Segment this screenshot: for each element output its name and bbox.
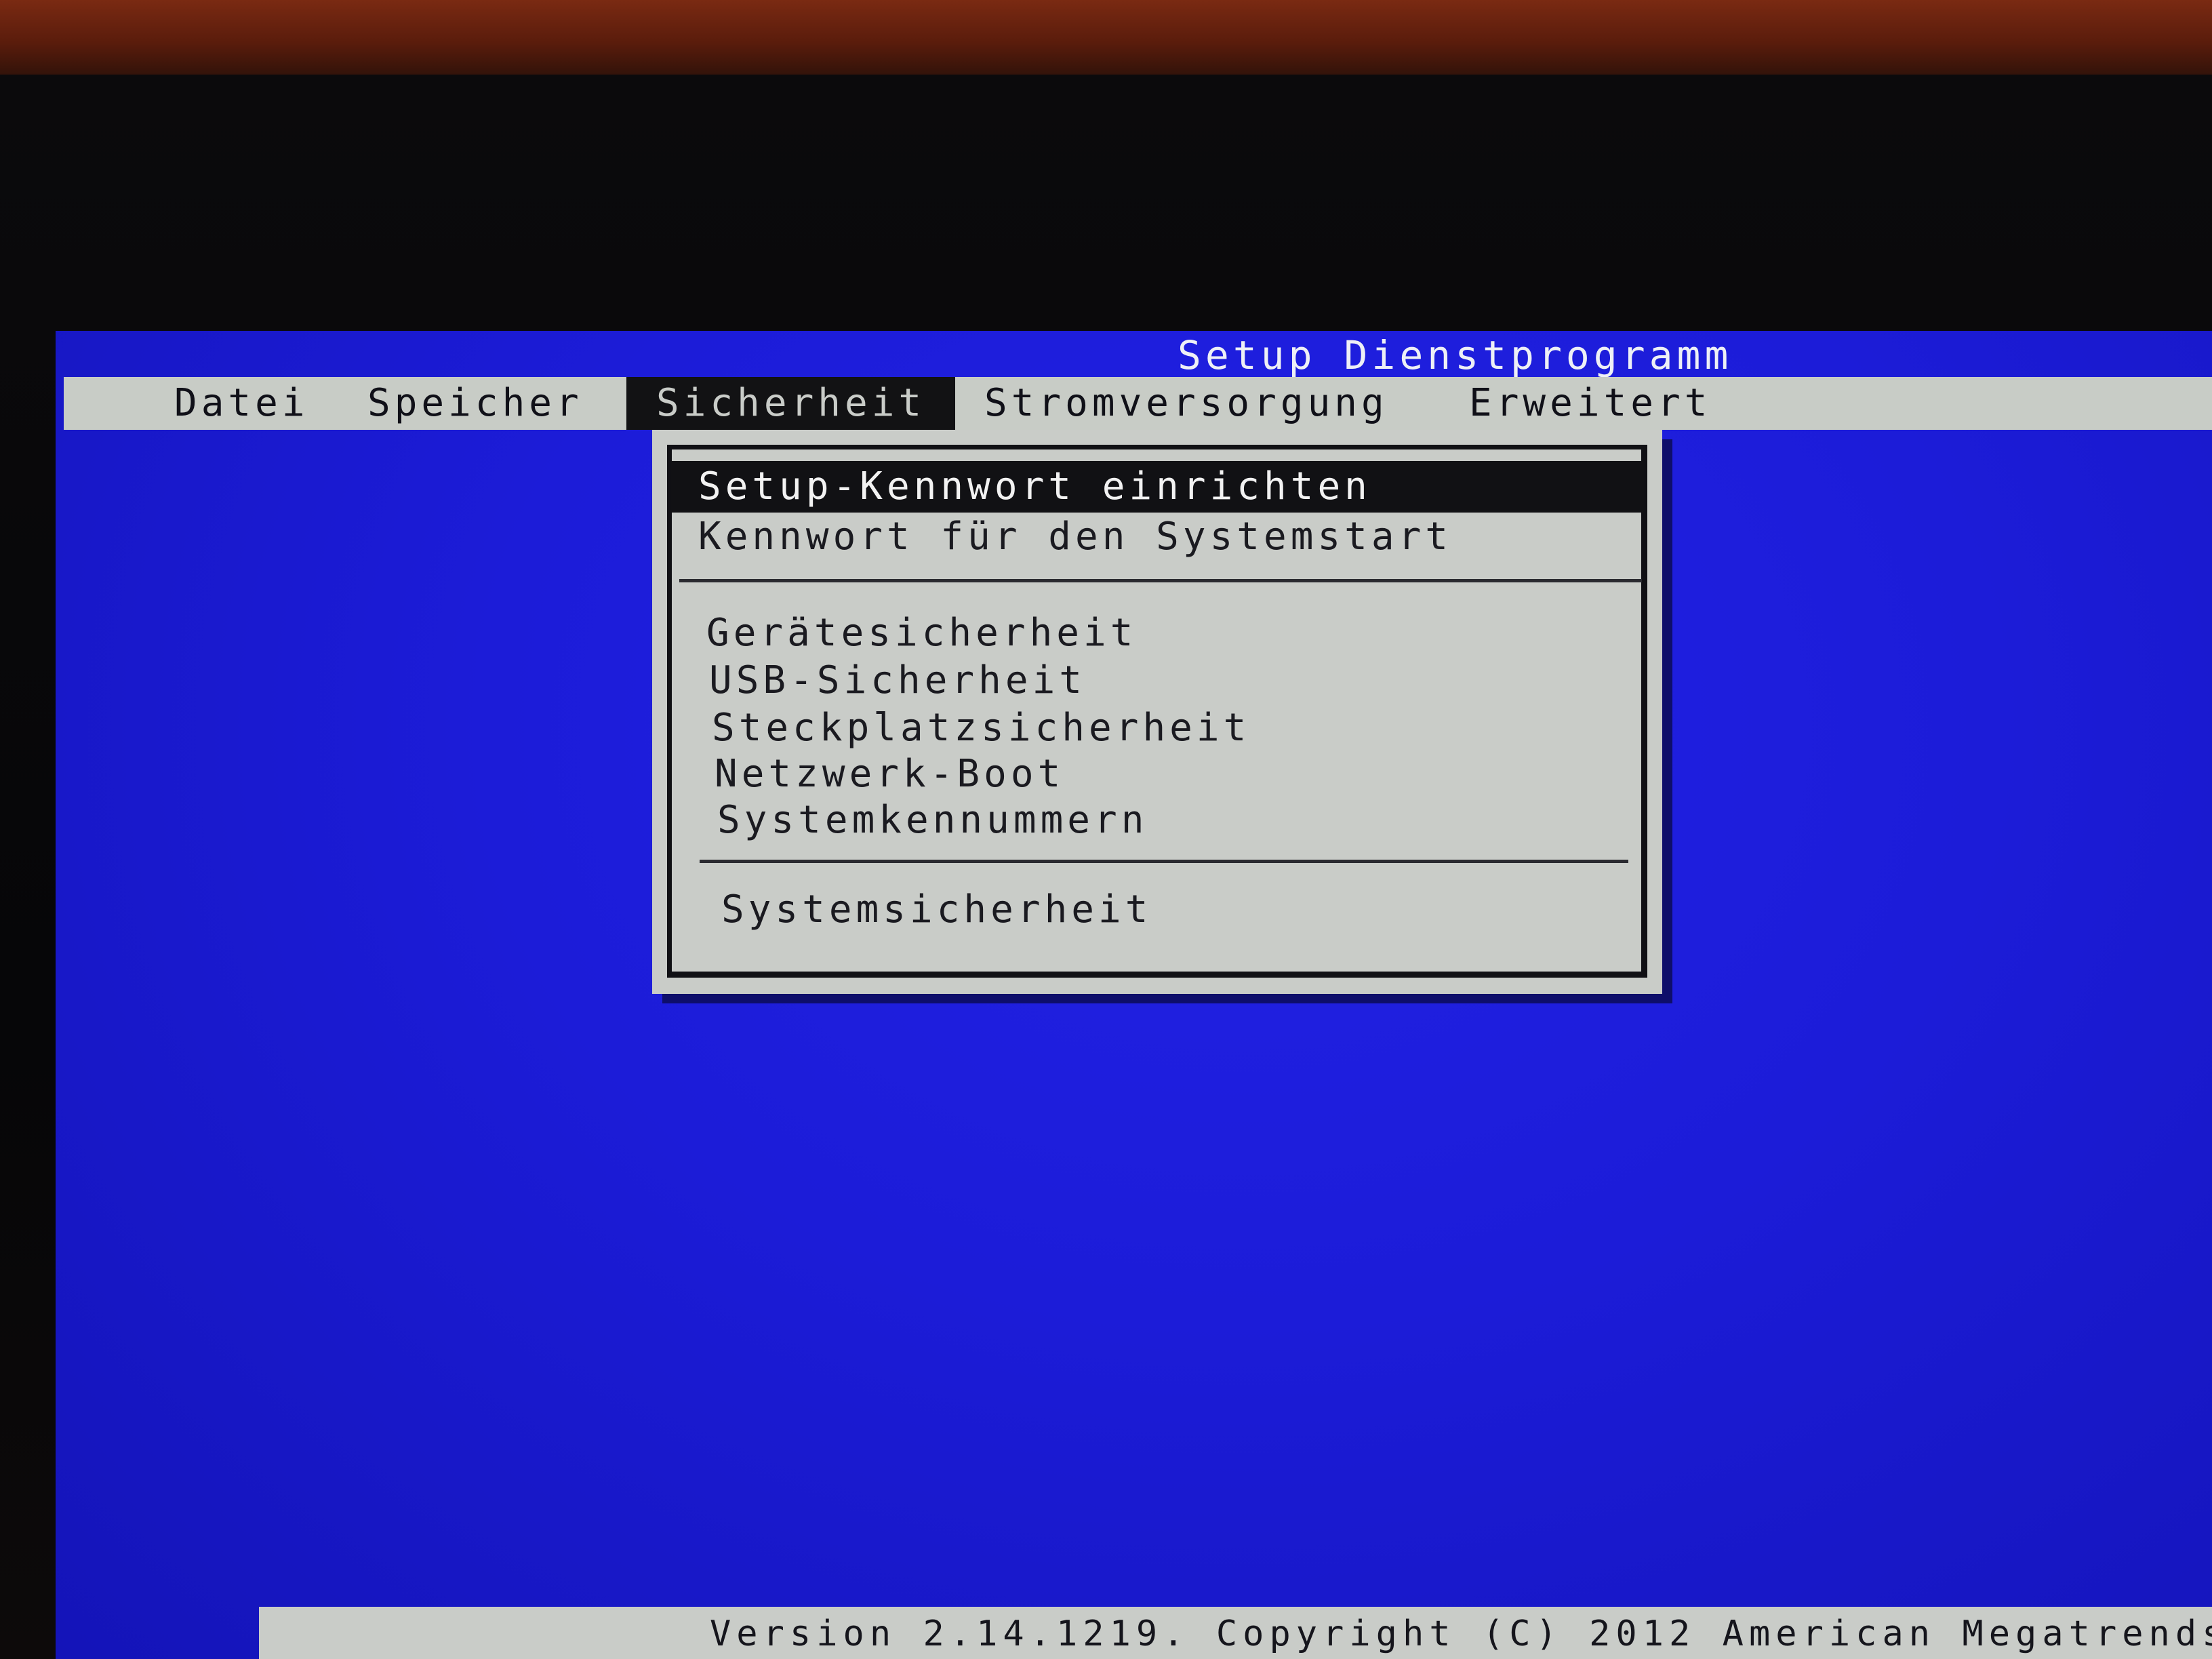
menu-datei[interactable]: Datei [169, 377, 315, 430]
menu-stromversorgung[interactable]: Stromversorgung [979, 377, 1394, 430]
menu-item-network-boot[interactable]: Netzwerk-Boot [671, 748, 1644, 800]
menu-item-slot-security[interactable]: Steckplatzsicherheit [671, 702, 1644, 754]
version-copyright-text: Version 2.14.1219. Copyright (C) 2012 Am… [710, 1614, 2212, 1654]
title-bar: Setup Dienstprogramm [56, 331, 2212, 378]
menu-item-usb-security[interactable]: USB-Sicherheit [671, 655, 1644, 706]
menu-erweitert[interactable]: Erweitert [1464, 377, 1716, 430]
menu-sicherheit[interactable]: Sicherheit [626, 377, 956, 430]
bios-screen: Setup Dienstprogramm Datei Speicher Sich… [56, 331, 2212, 1659]
menu-item-startup-password[interactable]: Kennwort für den Systemstart [671, 511, 1644, 563]
menu-bar: Datei Speicher Sicherheit Stromversorgun… [64, 377, 2212, 430]
menu-item-setup-password[interactable]: Setup-Kennwort einrichten [671, 461, 1644, 513]
menu-item-system-security[interactable]: Systemsicherheit [671, 884, 1644, 936]
status-bar: Version 2.14.1219. Copyright (C) 2012 Am… [259, 1607, 2212, 1659]
menu-item-device-security[interactable]: Gerätesicherheit [671, 607, 1644, 659]
menu-speicher[interactable]: Speicher [362, 377, 588, 430]
window-title: Setup Dienstprogramm [1178, 332, 1733, 378]
menu-separator [700, 860, 1628, 863]
menu-item-system-ids[interactable]: Systemkennummern [671, 795, 1644, 846]
menu-separator [679, 579, 1642, 582]
security-dropdown-menu: Setup-Kennwort einrichten Kennwort für d… [652, 430, 1662, 994]
